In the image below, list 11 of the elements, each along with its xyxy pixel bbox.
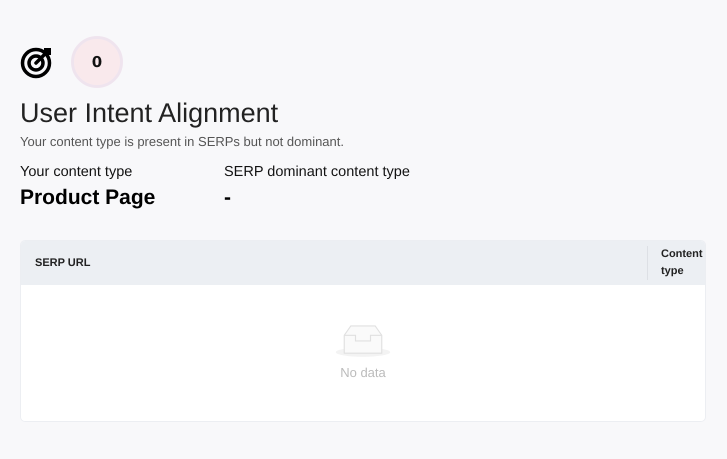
score-badge: 0: [71, 36, 123, 88]
content-type-label: SERP dominant content type: [224, 164, 410, 180]
section-description: Your content type is present in SERPs but not dominant.: [20, 134, 345, 149]
content-type-value: Product Page: [20, 186, 156, 210]
empty-state-text: No data: [340, 365, 386, 380]
content-type-value: -: [224, 186, 232, 210]
column-header: SERP URL: [34, 257, 92, 269]
content-type-label: Your content type: [20, 164, 134, 180]
column-header: Content type: [647, 246, 705, 280]
section-title: User Intent Alignment: [20, 98, 280, 129]
target-icon: [20, 45, 54, 79]
